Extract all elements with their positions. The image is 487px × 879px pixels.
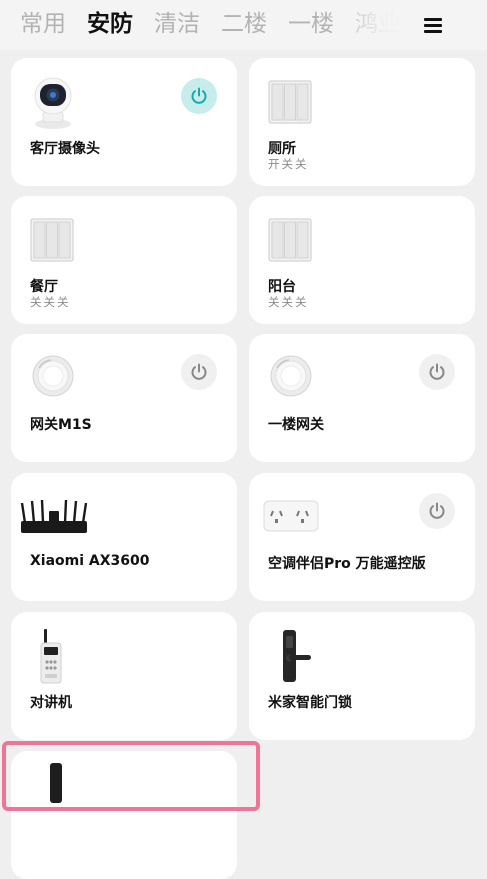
device-card-dining-room-switch[interactable]: 餐厅 关关关 — [11, 196, 237, 324]
power-button[interactable] — [181, 78, 217, 114]
power-button[interactable] — [419, 354, 455, 390]
power-button[interactable] — [419, 493, 455, 529]
power-icon — [191, 87, 207, 104]
device-card-mijia-smart-lock[interactable]: 米家智能门锁 — [249, 612, 475, 740]
device-card-ac-companion-pro[interactable]: 空调伴侣Pro 万能遥控版 — [249, 473, 475, 601]
selection-highlight — [2, 741, 260, 811]
device-name: 餐厅 — [30, 279, 58, 295]
device-card-balcony-switch[interactable]: 阳台 关关关 — [249, 196, 475, 324]
triple-switch-icon — [268, 80, 312, 124]
gateway-icon — [270, 355, 312, 397]
router-icon — [20, 499, 88, 533]
device-name: 空调伴侣Pro 万能遥控版 — [268, 556, 426, 572]
gateway-icon — [32, 355, 74, 397]
switch-status: 关关关 — [268, 295, 309, 309]
ac-companion-icon — [263, 500, 319, 532]
camera-icon — [34, 77, 72, 129]
hamburger-menu-icon[interactable] — [418, 12, 448, 38]
power-icon — [191, 363, 207, 380]
device-card-toilet-switch[interactable]: 厕所 开关关 — [249, 58, 475, 186]
device-card-gateway-m1s[interactable]: 网关M1S — [11, 334, 237, 462]
device-card-living-room-camera[interactable]: 客厅摄像头 — [11, 58, 237, 186]
device-name: 厕所 — [268, 141, 296, 157]
walkie-talkie-icon — [40, 629, 62, 684]
device-name: 一楼网关 — [268, 417, 324, 433]
tab-cleaning[interactable]: 清洁 — [154, 9, 200, 39]
tab-first-floor[interactable]: 一楼 — [288, 9, 334, 39]
room-tab-bar: 常用 安防 清洁 二楼 一楼 鸿业 — [0, 0, 487, 50]
device-name: 阳台 — [268, 279, 296, 295]
tab-common[interactable]: 常用 — [20, 9, 66, 39]
device-card-walkie-talkie[interactable]: 对讲机 — [11, 612, 237, 740]
switch-status: 开关关 — [268, 157, 309, 171]
power-icon — [429, 502, 445, 519]
tab-fade-overlay — [330, 0, 410, 50]
triple-switch-icon — [268, 218, 312, 262]
tab-second-floor[interactable]: 二楼 — [221, 9, 267, 39]
device-name: 网关M1S — [30, 417, 92, 433]
power-button[interactable] — [181, 354, 217, 390]
switch-status: 关关关 — [30, 295, 71, 309]
device-name: 对讲机 — [30, 695, 72, 711]
device-name: 米家智能门锁 — [268, 695, 352, 711]
power-icon — [429, 363, 445, 380]
door-lock-icon — [283, 630, 311, 682]
tab-security[interactable]: 安防 — [87, 9, 133, 39]
device-card-router-ax3600[interactable]: Xiaomi AX3600 — [11, 473, 237, 601]
triple-switch-icon — [30, 218, 74, 262]
device-card-first-floor-gateway[interactable]: 一楼网关 — [249, 334, 475, 462]
device-name: Xiaomi AX3600 — [30, 553, 150, 569]
device-name: 客厅摄像头 — [30, 141, 100, 157]
